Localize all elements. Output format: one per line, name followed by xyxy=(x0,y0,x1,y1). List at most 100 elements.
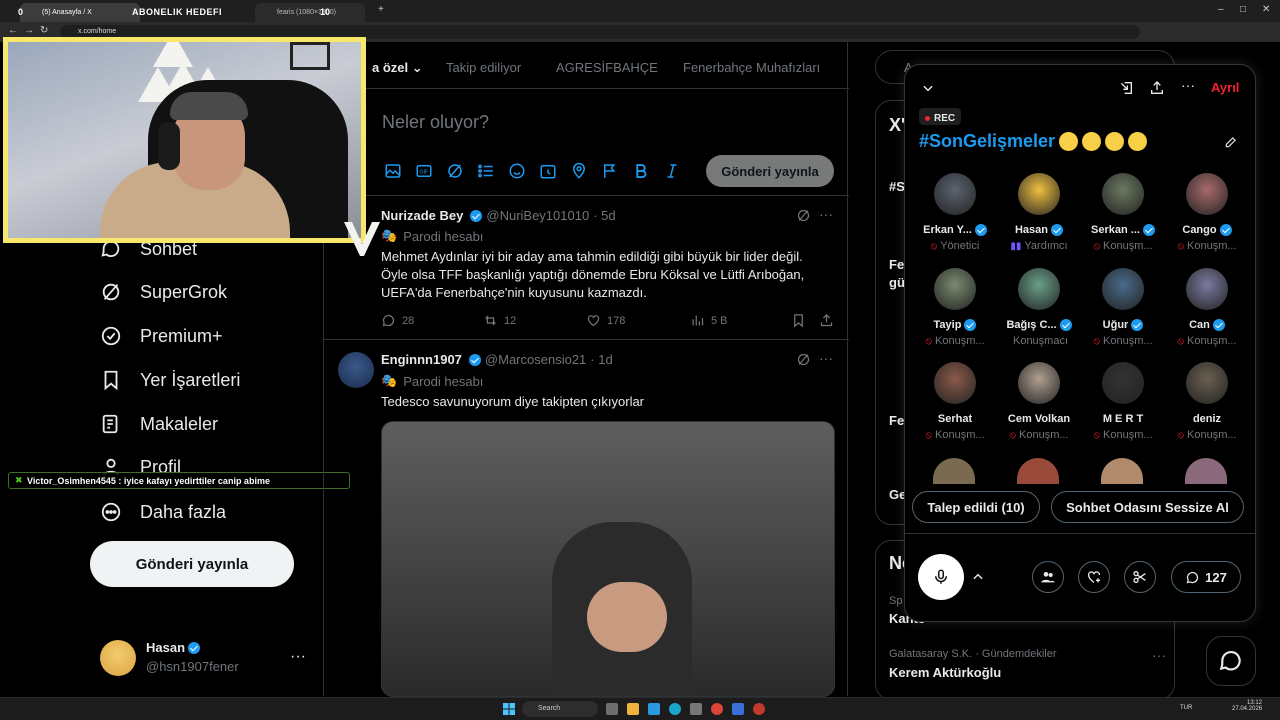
italic-icon[interactable] xyxy=(663,162,681,180)
trend-fragment[interactable]: gü xyxy=(889,275,905,290)
avatar[interactable] xyxy=(934,173,976,215)
nav-item-bookmarks[interactable]: Yer İşaretleri xyxy=(100,365,240,395)
avatar[interactable] xyxy=(1018,173,1060,215)
tweet-time[interactable]: · 1d xyxy=(590,352,612,367)
image-icon[interactable] xyxy=(384,162,402,180)
avatar[interactable] xyxy=(1186,268,1228,310)
space-participant[interactable]: Hasan ▮▮ Yardımcı xyxy=(997,173,1081,252)
back-icon[interactable]: ← xyxy=(8,25,18,36)
bookmark-icon[interactable] xyxy=(791,313,806,328)
avatar[interactable] xyxy=(1186,362,1228,404)
minimize-space-icon[interactable] xyxy=(1118,80,1134,96)
avatar[interactable] xyxy=(1018,268,1060,310)
tweet-media[interactable] xyxy=(381,421,835,697)
app-icon[interactable] xyxy=(732,703,744,715)
trend-more-icon[interactable]: ··· xyxy=(1152,647,1166,663)
avatar[interactable] xyxy=(1018,362,1060,404)
nav-item-supergrok[interactable]: SuperGrok xyxy=(100,277,227,307)
space-participant[interactable]: Tayip ⦸ Konuşm... xyxy=(913,268,997,347)
avatar[interactable] xyxy=(1102,173,1144,215)
forward-icon[interactable]: → xyxy=(24,25,34,36)
avatar[interactable] xyxy=(1186,173,1228,215)
chrome-icon[interactable] xyxy=(711,703,723,715)
nav-item-articles[interactable]: Makaleler xyxy=(100,409,218,439)
grok-icon[interactable] xyxy=(796,352,811,367)
space-participant[interactable]: Uğur ⦸ Konuşm... xyxy=(1081,268,1165,347)
tweet-time[interactable]: · 5d xyxy=(593,208,615,223)
tab-for-you[interactable]: a özel ⌄ xyxy=(372,60,423,76)
gif-icon[interactable]: GIF xyxy=(415,162,433,180)
clip-button[interactable] xyxy=(1124,561,1156,593)
store-icon[interactable] xyxy=(648,703,660,715)
space-participant[interactable]: deniz ⦸ Konuşm... xyxy=(1165,362,1249,441)
mute-room-button[interactable]: Sohbet Odasını Sessize Al xyxy=(1051,491,1244,523)
like-button[interactable]: 178 xyxy=(586,313,625,328)
avatar[interactable] xyxy=(1101,458,1143,484)
avatar[interactable] xyxy=(934,268,976,310)
avatar[interactable] xyxy=(1102,268,1144,310)
compose-input[interactable]: Neler oluyor? xyxy=(382,112,489,133)
tab-fenerbahce-muhafizlari[interactable]: Fenerbahçe Muhafızları xyxy=(683,60,820,75)
browser-tab[interactable]: (5) Anasayfa / X xyxy=(20,3,140,22)
microphone-button[interactable] xyxy=(918,554,964,600)
edit-icon[interactable] xyxy=(1224,135,1238,149)
space-participant[interactable]: Serhat ⦸ Konuşm... xyxy=(913,362,997,441)
clock[interactable]: 13:12 27.04.2026 xyxy=(1232,700,1262,712)
new-tab-icon[interactable]: + xyxy=(378,4,384,15)
reload-icon[interactable]: ↻ xyxy=(40,25,48,36)
avatar[interactable] xyxy=(338,352,374,388)
grok-icon[interactable] xyxy=(446,162,464,180)
reply-button[interactable]: 28 xyxy=(381,313,414,328)
windows-start-icon[interactable] xyxy=(503,703,515,715)
account-more-icon[interactable]: ··· xyxy=(290,648,306,666)
more-icon[interactable]: ··· xyxy=(1181,77,1195,93)
avatar[interactable] xyxy=(1017,458,1059,484)
avatar[interactable] xyxy=(933,458,975,484)
poll-icon[interactable] xyxy=(477,162,495,180)
flag-icon[interactable] xyxy=(601,162,619,180)
participants-button[interactable] xyxy=(1032,561,1064,593)
avatar[interactable] xyxy=(1185,458,1227,484)
space-participant[interactable]: Erkan Y... ⦸ Yönetici xyxy=(913,173,997,252)
compose-post-button[interactable]: Gönderi yayınla xyxy=(706,155,834,187)
messages-button[interactable] xyxy=(1206,636,1256,686)
space-participant[interactable]: Serkan ... ⦸ Konuşm... xyxy=(1081,173,1165,252)
browser-tab[interactable]: fearis (1080×1300) xyxy=(255,3,365,22)
repost-button[interactable]: 12 xyxy=(483,313,516,328)
tweet-more-icon[interactable]: ··· xyxy=(819,350,833,366)
space-participant[interactable]: Cango ⦸ Konuşm... xyxy=(1165,173,1249,252)
avatar[interactable] xyxy=(100,640,136,676)
nav-item-premium[interactable]: Premium+ xyxy=(100,321,223,351)
request-speaker-button[interactable]: Talep edildi (10) xyxy=(912,491,1040,523)
space-participant[interactable]: Bağış C... Konuşmacı xyxy=(997,268,1081,347)
comments-button[interactable]: 127 xyxy=(1171,561,1241,593)
trend-fragment[interactable]: Fe xyxy=(889,257,904,272)
taskview-icon[interactable] xyxy=(606,703,618,715)
minimize-icon[interactable]: – xyxy=(1218,4,1224,15)
schedule-icon[interactable] xyxy=(539,162,557,180)
share-icon[interactable] xyxy=(819,313,834,328)
app-icon[interactable] xyxy=(753,703,765,715)
nav-item-more[interactable]: Daha fazla xyxy=(100,497,226,527)
location-icon[interactable] xyxy=(570,162,588,180)
taskbar-search[interactable]: Search xyxy=(522,701,598,717)
tweet-author[interactable]: Enginnn1907 xyxy=(381,352,462,367)
space-participant[interactable]: Can ⦸ Konuşm... xyxy=(1165,268,1249,347)
grok-icon[interactable] xyxy=(796,208,811,223)
tweet-handle[interactable]: @NuriBey101010 xyxy=(486,208,589,223)
avatar[interactable] xyxy=(934,362,976,404)
views-button[interactable]: 5 B xyxy=(690,313,728,328)
tab-agresifbahce[interactable]: AGRESİFBAHÇE xyxy=(556,60,658,75)
chevron-up-icon[interactable] xyxy=(971,570,985,584)
reaction-button[interactable] xyxy=(1078,561,1110,593)
space-participant[interactable]: Cem Volkan ⦸ Konuşm... xyxy=(997,362,1081,441)
tweet-handle[interactable]: @Marcosensio21 xyxy=(485,352,586,367)
settings-icon[interactable] xyxy=(690,703,702,715)
file-explorer-icon[interactable] xyxy=(627,703,639,715)
avatar[interactable] xyxy=(1102,362,1144,404)
trend-title[interactable]: Kerem Aktürkoğlu xyxy=(889,665,1001,680)
tab-following[interactable]: Takip ediliyor xyxy=(446,60,521,75)
tweet-author[interactable]: Nurizade Bey xyxy=(381,208,463,223)
trend-fragment[interactable]: #S xyxy=(889,179,905,194)
share-icon[interactable] xyxy=(1149,80,1165,96)
